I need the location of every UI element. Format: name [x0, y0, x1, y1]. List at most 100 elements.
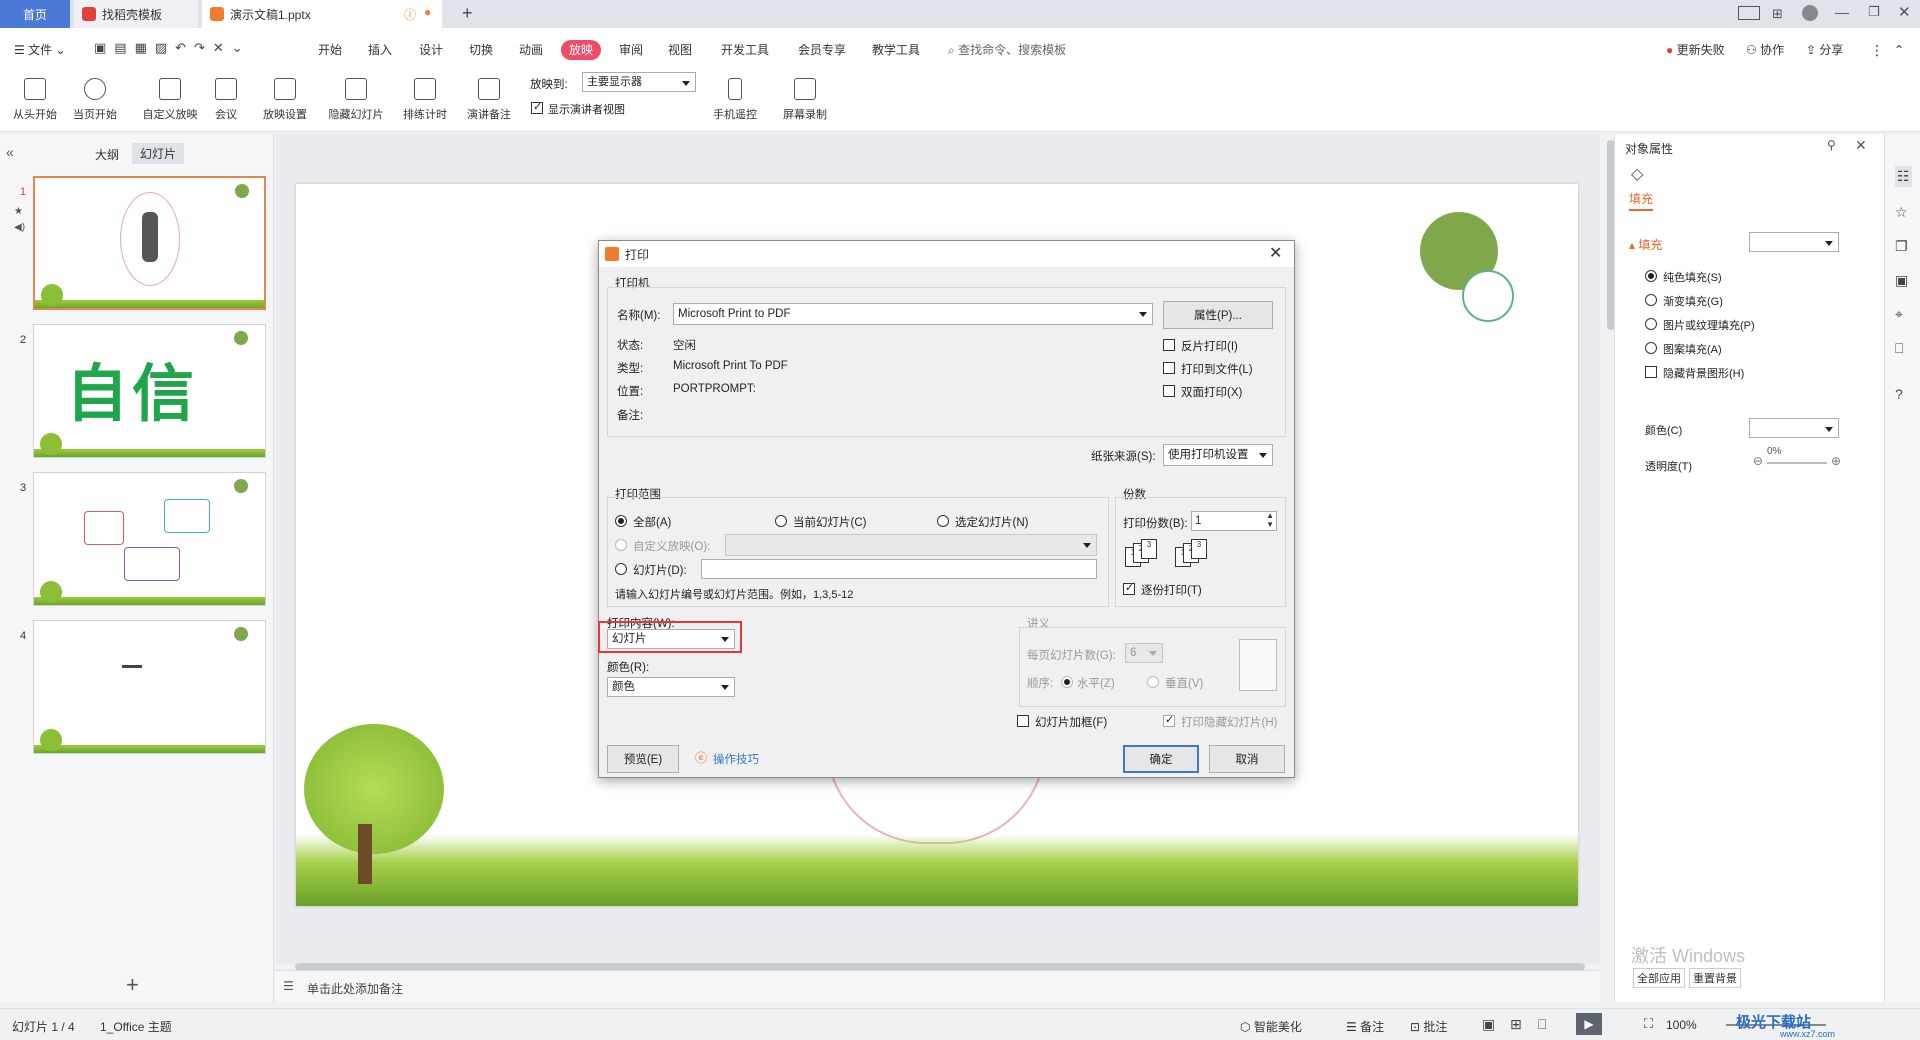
properties-icon[interactable]: ☷ — [1895, 166, 1912, 187]
slide-thumbnail-2[interactable]: 自信 — [33, 324, 266, 458]
cancel-button[interactable]: 取消 — [1209, 745, 1285, 773]
beautify-button[interactable]: ⬡ 智能美化 — [1240, 1018, 1302, 1035]
transparency-slider[interactable] — [1767, 462, 1827, 464]
menu-slideshow[interactable]: 放映 — [561, 40, 602, 60]
slides-range-input[interactable] — [701, 559, 1097, 579]
tab-home[interactable]: 首页 — [0, 0, 70, 28]
order-vertical-radio[interactable] — [1147, 676, 1159, 688]
show-to-select[interactable]: 主要显示器 — [582, 72, 696, 92]
tab-outline[interactable]: 大纲 — [95, 146, 119, 163]
color-select[interactable] — [1749, 418, 1839, 438]
tips-link[interactable]: 操作技巧 — [713, 751, 759, 767]
printer-name-select[interactable]: Microsoft Print to PDF — [673, 303, 1153, 325]
location-icon[interactable]: ⌖ — [1895, 306, 1903, 323]
gradient-fill-radio[interactable] — [1645, 294, 1657, 306]
comments-toggle[interactable]: ⊡ 批注 — [1410, 1018, 1447, 1035]
phone-remote-button[interactable]: 手机遥控 — [710, 70, 760, 126]
show-settings-button[interactable]: 放映设置 — [254, 70, 316, 126]
menu-review[interactable]: 审阅 — [619, 40, 643, 60]
range-all-radio[interactable] — [615, 515, 627, 527]
menu-insert[interactable]: 插入 — [368, 40, 392, 60]
slide-thumbnail-1[interactable] — [33, 176, 266, 310]
new-tab-button[interactable]: + — [462, 3, 473, 24]
zoom-level[interactable]: 100% — [1666, 1018, 1697, 1032]
command-search[interactable]: ⌕ 查找命令、搜索模板 — [948, 40, 1066, 60]
pin-icon[interactable]: ⚲ — [1827, 138, 1836, 152]
range-selected-radio[interactable] — [937, 515, 949, 527]
sorter-view-icon[interactable]: ⊞ — [1510, 1016, 1522, 1033]
menu-start[interactable]: 开始 — [318, 40, 342, 60]
more-icon[interactable]: ⋮ — [1870, 40, 1884, 60]
theme-name[interactable]: 1_Office 主题 — [100, 1018, 172, 1035]
quick-access-icons[interactable]: ▣▤▦▨↶↷✕⌄ — [94, 40, 251, 56]
ok-button[interactable]: 确定 — [1123, 745, 1199, 773]
copies-input[interactable]: 1 ▲ ▼ — [1191, 511, 1277, 531]
tab-document[interactable]: 演示文稿1.pptx ⓘ ● — [202, 0, 442, 28]
hide-bg-checkbox[interactable] — [1645, 366, 1657, 378]
collab-button[interactable]: ⚇ 协作 — [1746, 40, 1784, 60]
screen-record-button[interactable]: 屏幕录制 — [778, 70, 832, 126]
collapse-panel-icon[interactable]: « — [6, 144, 14, 160]
minimize-icon[interactable]: — — [1835, 4, 1849, 20]
notes-bar[interactable]: ☰ 单击此处添加备注 — [275, 970, 1600, 1002]
apps-grid-icon[interactable]: ⊞ — [1772, 6, 1783, 22]
menu-teaching[interactable]: 教学工具 — [872, 40, 920, 60]
paper-source-select[interactable]: 使用打印机设置 — [1163, 444, 1273, 466]
custom-show-select[interactable] — [725, 534, 1097, 556]
order-horizontal-radio[interactable] — [1061, 676, 1073, 688]
speaker-notes-button[interactable]: 演讲备注 — [462, 70, 516, 126]
hide-slide-button[interactable]: 隐藏幻灯片 — [324, 70, 388, 126]
presenter-view-checkbox[interactable] — [531, 100, 543, 114]
menu-view[interactable]: 视图 — [668, 40, 692, 60]
tab-fill[interactable]: 填充 — [1629, 190, 1654, 211]
book-icon[interactable]: ⎕ — [1895, 340, 1903, 357]
reading-view-icon[interactable]: ⎕ — [1538, 1016, 1546, 1033]
tab-slides[interactable]: 幻灯片 — [132, 143, 185, 164]
frame-slides-checkbox[interactable] — [1017, 715, 1029, 727]
restore-icon[interactable]: ❐ — [1868, 4, 1880, 20]
range-slides-radio[interactable] — [615, 563, 627, 575]
start-from-beginning-button[interactable]: 从头开始 — [10, 70, 60, 126]
custom-show-button[interactable]: 自定义放映 — [138, 70, 202, 126]
preview-button[interactable]: 预览(E) — [607, 745, 679, 773]
reset-bg-button[interactable]: 重置背景 — [1689, 968, 1741, 988]
tab-templates[interactable]: 找稻壳模板 — [74, 0, 198, 28]
minus-icon[interactable]: ⊖ — [1753, 454, 1763, 468]
collapse-ribbon-icon[interactable]: ⌃ — [1894, 40, 1904, 60]
close-icon[interactable]: ✕ — [1898, 3, 1911, 21]
notes-placeholder[interactable]: 单击此处添加备注 — [307, 980, 403, 997]
notes-toggle[interactable]: ☰ 备注 — [1346, 1018, 1384, 1035]
animation-icon[interactable]: ☆ — [1895, 204, 1908, 221]
close-icon[interactable]: ✕ — [1269, 243, 1282, 263]
slide-thumbnail-3[interactable] — [33, 472, 266, 606]
collate-checkbox[interactable] — [1123, 581, 1135, 595]
avatar[interactable] — [1802, 5, 1818, 21]
fit-icon[interactable]: ⛶ — [1644, 1016, 1653, 1032]
properties-button[interactable]: 属性(P)... — [1163, 301, 1273, 329]
rehearse-button[interactable]: 排练计时 — [394, 70, 456, 126]
apply-all-button[interactable]: 全部应用 — [1633, 968, 1685, 988]
print-to-file-checkbox[interactable] — [1163, 362, 1175, 374]
picture-fill-radio[interactable] — [1645, 318, 1657, 330]
layout-icon[interactable] — [1738, 6, 1760, 20]
close-panel-icon[interactable]: ✕ — [1855, 137, 1867, 154]
fill-section-header[interactable]: ▴ 填充 — [1629, 236, 1662, 253]
range-custom-radio[interactable] — [615, 539, 627, 551]
menu-developer[interactable]: 开发工具 — [721, 40, 769, 60]
duplex-checkbox[interactable] — [1163, 385, 1175, 397]
solid-fill-radio[interactable] — [1645, 270, 1657, 282]
file-menu[interactable]: ☰ 文件 ⌄ — [14, 40, 66, 60]
pattern-fill-radio[interactable] — [1645, 342, 1657, 354]
panel-title[interactable]: 对象属性 — [1625, 140, 1673, 157]
add-slide-button[interactable]: + — [126, 972, 139, 998]
warning-icon[interactable]: ⓘ — [404, 6, 416, 23]
range-current-radio[interactable] — [775, 515, 787, 527]
spinner-icon[interactable]: ▲ ▼ — [1266, 511, 1274, 529]
play-icon[interactable]: ▶ — [1576, 1013, 1602, 1035]
per-page-select[interactable]: 6 — [1125, 643, 1163, 663]
update-status[interactable]: ● 更新失败 — [1666, 40, 1725, 60]
start-current-button[interactable]: 当页开始 — [70, 70, 120, 126]
slide-thumbnail-4[interactable] — [33, 620, 266, 754]
meeting-button[interactable]: 会议 — [208, 70, 244, 126]
share-button[interactable]: ⇪ 分享 — [1806, 40, 1843, 60]
